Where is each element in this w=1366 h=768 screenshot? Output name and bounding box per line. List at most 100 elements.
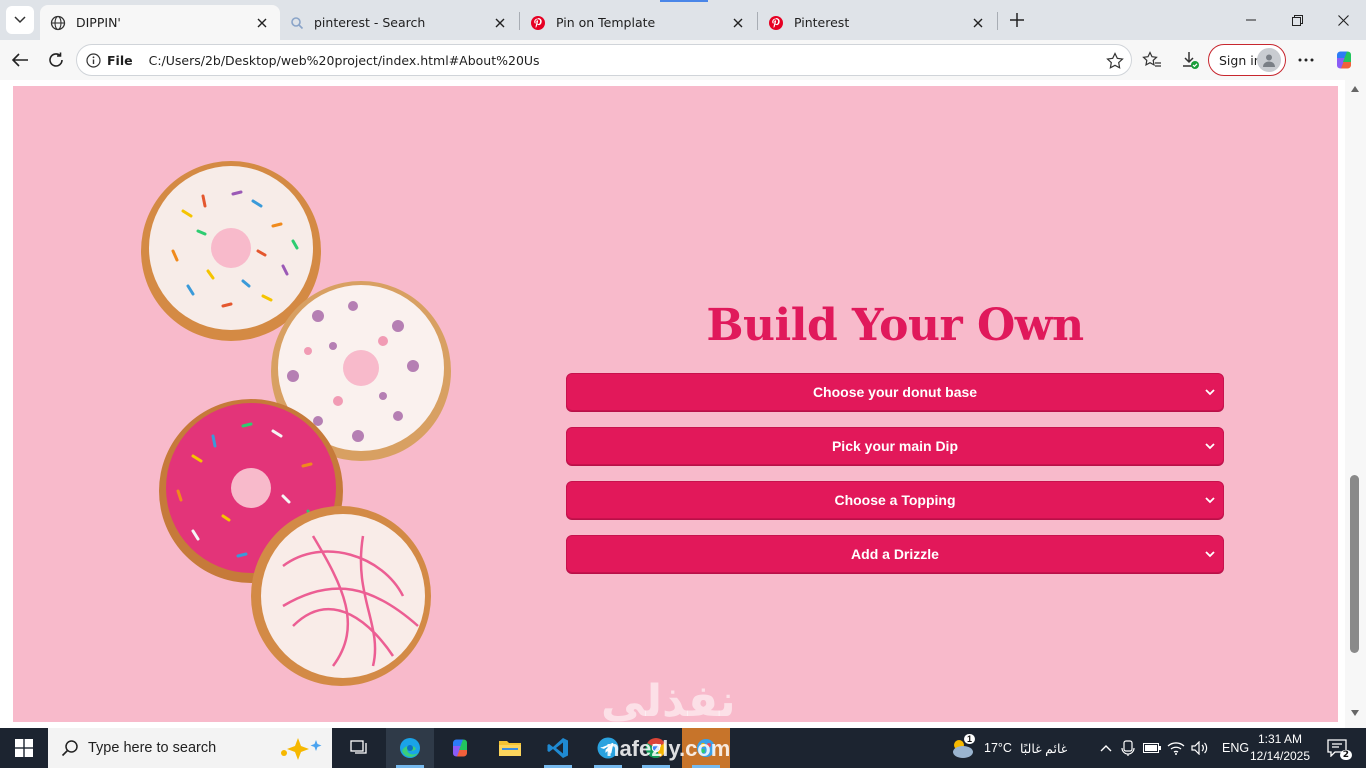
weather-temp: 17°C bbox=[984, 741, 1012, 755]
arrow-left-icon bbox=[11, 53, 28, 67]
address-bar[interactable]: File C:/Users/2b/Desktop/web%20project/i… bbox=[76, 44, 1132, 76]
vscode-app-button[interactable] bbox=[534, 728, 582, 768]
folder-icon bbox=[499, 741, 521, 756]
notification-badge: 2 bbox=[1339, 750, 1352, 760]
refresh-button[interactable] bbox=[42, 46, 70, 74]
back-button[interactable] bbox=[6, 46, 34, 74]
refresh-icon bbox=[49, 52, 63, 67]
scroll-up-arrow[interactable] bbox=[1350, 84, 1360, 94]
build-your-own-title: Build Your Own bbox=[706, 300, 1084, 351]
task-view-icon bbox=[350, 740, 367, 754]
tab-pinterest[interactable]: Pinterest bbox=[758, 5, 996, 40]
tab-label: pinterest - Search bbox=[314, 15, 426, 30]
download-icon bbox=[1183, 52, 1199, 69]
wifi-icon[interactable] bbox=[1164, 741, 1188, 755]
favorites-button[interactable] bbox=[1138, 46, 1166, 74]
close-tab-button[interactable] bbox=[970, 15, 986, 31]
close-icon bbox=[495, 18, 505, 27]
copilot-button[interactable] bbox=[1330, 46, 1358, 74]
close-icon bbox=[733, 18, 743, 27]
clock[interactable]: 1:31 AM 12/14/2025 bbox=[1244, 731, 1316, 765]
edge-app-button[interactable] bbox=[386, 728, 434, 768]
favorite-button[interactable] bbox=[1105, 51, 1125, 71]
minimize-button[interactable] bbox=[1228, 0, 1274, 40]
close-window-button[interactable] bbox=[1320, 0, 1366, 40]
close-tab-button[interactable] bbox=[730, 15, 746, 31]
select-label: Choose your donut base bbox=[812, 384, 978, 400]
downloads-button[interactable] bbox=[1176, 46, 1204, 74]
edge-icon bbox=[400, 738, 420, 758]
favorites-icon bbox=[1142, 51, 1161, 67]
search-placeholder: Type here to search bbox=[88, 740, 217, 756]
tab-dippin[interactable]: DIPPIN' bbox=[40, 5, 280, 40]
battery-icon[interactable] bbox=[1140, 743, 1164, 753]
chevron-down-icon bbox=[14, 16, 26, 24]
minimize-icon bbox=[1246, 19, 1256, 21]
info-icon bbox=[85, 52, 101, 68]
show-hidden-icons-button[interactable] bbox=[1096, 744, 1116, 752]
volume-icon[interactable] bbox=[1188, 741, 1212, 755]
donut-base-select[interactable]: Choose your donut base bbox=[566, 373, 1224, 411]
scroll-down-arrow[interactable] bbox=[1350, 708, 1360, 718]
notifications-button[interactable]: 2 bbox=[1324, 736, 1352, 760]
tab-actions-menu-button[interactable] bbox=[6, 6, 34, 34]
weather-condition: غائم غالبًا bbox=[1019, 741, 1068, 756]
clock-date: 12/14/2025 bbox=[1249, 749, 1311, 763]
chevron-down-icon bbox=[1203, 439, 1217, 453]
browser-toolbar: File C:/Users/2b/Desktop/web%20project/i… bbox=[0, 40, 1366, 80]
select-label: Add a Drizzle bbox=[851, 546, 939, 562]
tab-label: Pin on Template bbox=[556, 15, 656, 30]
system-tray: ENG bbox=[1096, 728, 1249, 768]
sparkle-icon bbox=[281, 738, 322, 760]
search-icon bbox=[60, 738, 80, 758]
avatar bbox=[1257, 48, 1281, 72]
close-tab-button[interactable] bbox=[254, 15, 270, 31]
copilot-icon bbox=[1337, 51, 1351, 69]
tab-strip: DIPPIN' pinterest - Search Pin on Templa… bbox=[0, 0, 1366, 40]
tab-separator bbox=[997, 12, 998, 30]
weather-widget[interactable]: 1 17°C غائم غالبًا bbox=[948, 728, 1067, 768]
clock-time: 1:31 AM bbox=[1257, 732, 1303, 746]
chevron-up-icon bbox=[1100, 745, 1112, 752]
file-explorer-app-button[interactable] bbox=[486, 728, 534, 768]
about-us-section: Build Your Own Choose your donut base Pi… bbox=[13, 86, 1338, 722]
meet-now-icon[interactable] bbox=[1116, 740, 1140, 756]
close-icon bbox=[1337, 14, 1349, 26]
address-url[interactable]: C:/Users/2b/Desktop/web%20project/index.… bbox=[149, 53, 540, 68]
new-tab-button[interactable] bbox=[1004, 8, 1030, 32]
main-dip-select[interactable]: Pick your main Dip bbox=[566, 427, 1224, 465]
site-info-button[interactable] bbox=[85, 52, 101, 68]
taskbar-search[interactable]: Type here to search bbox=[48, 728, 332, 768]
tab-pin-on-template[interactable]: Pin on Template bbox=[520, 5, 756, 40]
select-label: Pick your main Dip bbox=[831, 438, 959, 454]
settings-menu-button[interactable] bbox=[1292, 46, 1320, 74]
chevron-down-icon bbox=[1203, 493, 1217, 507]
topping-select[interactable]: Choose a Topping bbox=[566, 481, 1224, 519]
select-label: Choose a Topping bbox=[834, 492, 956, 508]
address-scheme: File bbox=[107, 52, 133, 68]
tab-pinterest-search[interactable]: pinterest - Search bbox=[280, 5, 518, 40]
user-icon bbox=[1263, 54, 1275, 67]
vscode-icon bbox=[547, 738, 568, 758]
taskbar: Type here to search nafezly.com 1 17°C غ… bbox=[0, 728, 1366, 768]
copilot-app-button[interactable] bbox=[436, 728, 484, 768]
scroll-thumb[interactable] bbox=[1350, 475, 1359, 653]
drizzle-select[interactable]: Add a Drizzle bbox=[566, 535, 1224, 573]
start-button[interactable] bbox=[0, 728, 48, 768]
chevron-down-icon bbox=[1203, 385, 1217, 399]
close-icon bbox=[973, 18, 983, 27]
watermark: نفذلي bbox=[601, 676, 736, 722]
restore-icon bbox=[1291, 14, 1303, 26]
more-icon bbox=[1298, 58, 1314, 62]
sign-in-button[interactable]: Sign in bbox=[1208, 44, 1286, 76]
globe-icon bbox=[50, 15, 66, 30]
restore-button[interactable] bbox=[1274, 0, 1320, 40]
task-view-button[interactable] bbox=[336, 728, 384, 768]
vertical-scrollbar[interactable] bbox=[1345, 80, 1366, 728]
chevron-down-icon bbox=[1203, 547, 1217, 561]
star-icon bbox=[1106, 52, 1124, 69]
close-tab-button[interactable] bbox=[492, 15, 508, 31]
tab-label: DIPPIN' bbox=[76, 15, 121, 30]
plus-icon bbox=[1010, 13, 1024, 27]
sign-in-label: Sign in bbox=[1219, 52, 1262, 68]
